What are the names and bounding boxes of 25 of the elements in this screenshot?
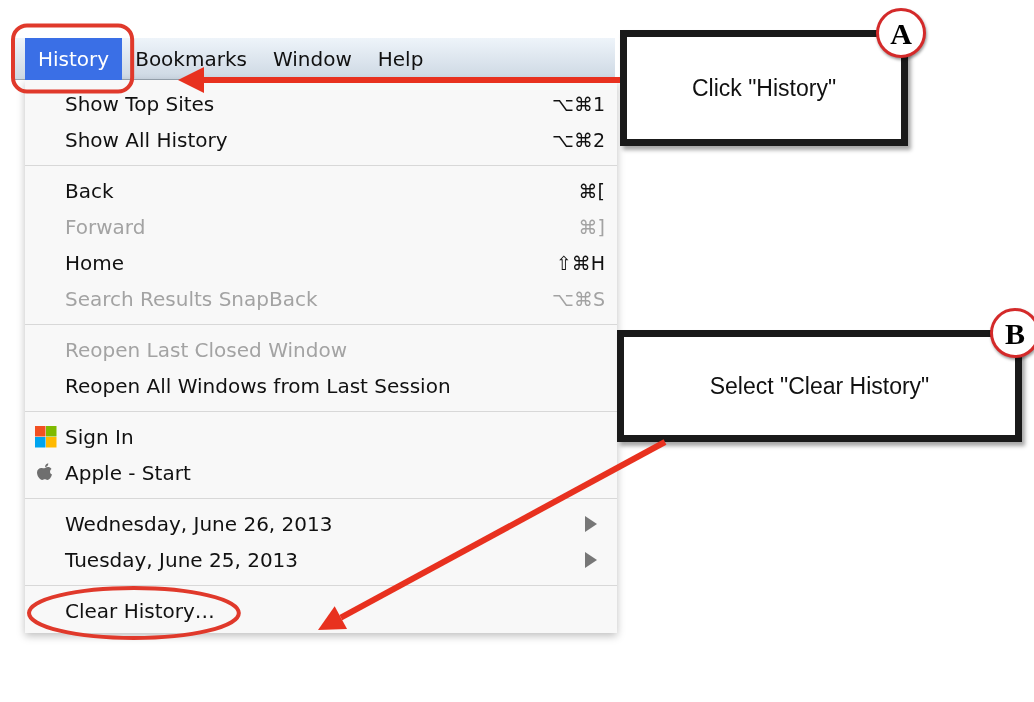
submenu-arrow-icon xyxy=(585,516,597,532)
tiles-logo-icon xyxy=(35,426,57,448)
menu-item[interactable]: Wednesday, June 26, 2013 xyxy=(25,506,617,542)
menu-bar-item[interactable]: Help xyxy=(364,37,437,80)
keyboard-shortcut: ⌥⌘1 xyxy=(552,91,605,117)
menu-item[interactable]: Home ⇧⌘H xyxy=(25,245,617,281)
step-marker: A xyxy=(876,8,926,58)
menu-item[interactable]: Sign In xyxy=(25,419,617,455)
step-marker: B xyxy=(990,308,1034,358)
menu-bar-item[interactable]: Window xyxy=(259,37,365,80)
menu-bar-item[interactable]: History xyxy=(25,37,123,80)
keyboard-shortcut: ⌘] xyxy=(578,214,605,240)
menu-item[interactable]: Show All History ⌥⌘2 xyxy=(25,122,617,158)
keyboard-shortcut: ⌥⌘S xyxy=(552,286,605,312)
menu-item[interactable]: Back ⌘[ xyxy=(25,173,617,209)
menu-bar-item[interactable]: Bookmarks xyxy=(122,37,260,80)
menu-item[interactable]: Clear History… xyxy=(25,593,617,629)
menu-item[interactable]: Reopen All Windows from Last Session xyxy=(25,368,617,404)
keyboard-shortcut: ⇧⌘H xyxy=(555,250,605,276)
keyboard-shortcut: ⌘[ xyxy=(578,178,605,204)
menu-item[interactable]: Show Top Sites ⌥⌘1 xyxy=(25,86,617,122)
menu-item[interactable]: Tuesday, June 25, 2013 xyxy=(25,542,617,578)
keyboard-shortcut: ⌥⌘2 xyxy=(552,127,605,153)
submenu-arrow-icon xyxy=(585,552,597,568)
menu-item[interactable]: Apple - Start xyxy=(25,455,617,491)
